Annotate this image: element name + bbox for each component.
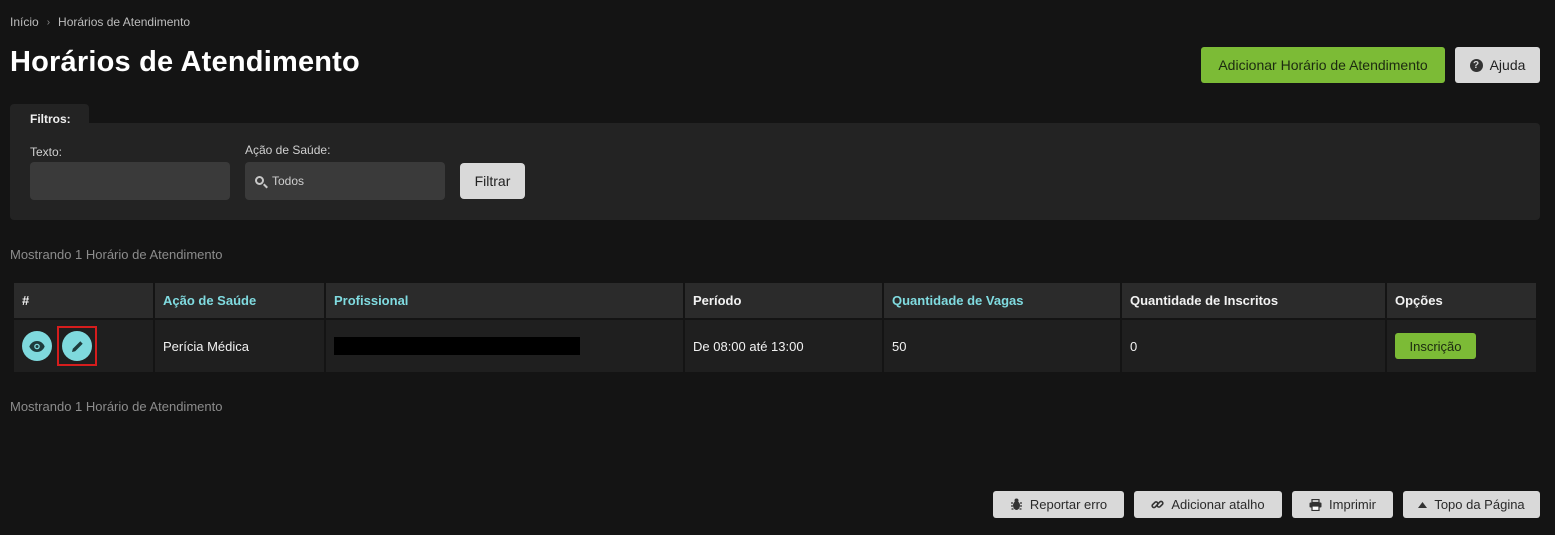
professional-cell bbox=[326, 320, 683, 372]
caret-up-icon bbox=[1418, 501, 1428, 508]
enroll-button[interactable]: Inscrição bbox=[1395, 333, 1476, 359]
question-circle-icon: ? bbox=[1469, 58, 1483, 72]
period-cell: De 08:00 até 13:00 bbox=[685, 320, 882, 372]
filters-tab: Filtros: bbox=[10, 104, 89, 126]
filter-button[interactable]: Filtrar bbox=[460, 163, 525, 199]
breadcrumb: Início › Horários de Atendimento bbox=[10, 15, 190, 29]
text-filter-input[interactable] bbox=[30, 162, 230, 200]
text-filter-label: Texto: bbox=[30, 145, 63, 159]
view-button[interactable] bbox=[22, 331, 52, 361]
link-icon bbox=[1151, 500, 1165, 509]
print-label: Imprimir bbox=[1329, 497, 1376, 512]
edit-highlight bbox=[57, 326, 97, 366]
chevron-right-icon: › bbox=[46, 16, 51, 28]
bug-icon bbox=[1010, 498, 1022, 510]
health-action-cell: Perícia Médica bbox=[155, 320, 324, 372]
help-button[interactable]: ? Ajuda bbox=[1455, 47, 1540, 83]
health-action-select[interactable]: Todos bbox=[245, 162, 445, 200]
col-header-professional[interactable]: Profissional bbox=[326, 283, 683, 318]
help-button-label: Ajuda bbox=[1489, 57, 1526, 73]
col-header-index: # bbox=[14, 283, 153, 318]
printer-icon bbox=[1309, 498, 1322, 511]
add-shortcut-label: Adicionar atalho bbox=[1171, 497, 1265, 512]
print-button[interactable]: Imprimir bbox=[1292, 491, 1393, 518]
health-action-selected: Todos bbox=[272, 174, 305, 188]
slots-cell: 50 bbox=[884, 320, 1120, 372]
enrolled-cell: 0 bbox=[1122, 320, 1385, 372]
edit-button[interactable] bbox=[62, 331, 92, 361]
eye-icon bbox=[29, 340, 45, 352]
row-actions-cell bbox=[14, 320, 153, 372]
page-title: Horários de Atendimento bbox=[10, 46, 360, 78]
report-error-label: Reportar erro bbox=[1029, 497, 1108, 512]
table-header-row: # Ação de Saúde Profissional Período Qua… bbox=[14, 283, 1536, 318]
breadcrumb-home-link[interactable]: Início bbox=[10, 15, 39, 29]
back-to-top-button[interactable]: Topo da Página bbox=[1403, 491, 1540, 518]
breadcrumb-current: Horários de Atendimento bbox=[58, 15, 191, 29]
col-header-options: Opções bbox=[1387, 283, 1536, 318]
pencil-icon bbox=[71, 340, 83, 352]
col-header-period: Período bbox=[685, 283, 882, 318]
redacted-professional bbox=[334, 337, 580, 355]
col-header-enrolled: Quantidade de Inscritos bbox=[1122, 283, 1385, 318]
schedules-table: # Ação de Saúde Profissional Período Qua… bbox=[12, 281, 1538, 374]
results-count-top: Mostrando 1 Horário de Atendimento bbox=[10, 247, 223, 262]
add-shortcut-button[interactable]: Adicionar atalho bbox=[1134, 491, 1282, 518]
back-to-top-label: Topo da Página bbox=[1434, 497, 1525, 512]
health-action-label: Ação de Saúde: bbox=[245, 143, 331, 157]
report-error-button[interactable]: Reportar erro bbox=[993, 491, 1124, 518]
add-schedule-button[interactable]: Adicionar Horário de Atendimento bbox=[1201, 47, 1445, 83]
filters-panel bbox=[10, 123, 1540, 220]
results-count-bottom: Mostrando 1 Horário de Atendimento bbox=[10, 399, 223, 414]
col-header-health-action[interactable]: Ação de Saúde bbox=[155, 283, 324, 318]
search-icon bbox=[255, 176, 264, 185]
table-row: Perícia Médica De 08:00 até 13:00 50 0 I… bbox=[14, 320, 1536, 372]
col-header-slots[interactable]: Quantidade de Vagas bbox=[884, 283, 1120, 318]
options-cell: Inscrição bbox=[1387, 320, 1536, 372]
